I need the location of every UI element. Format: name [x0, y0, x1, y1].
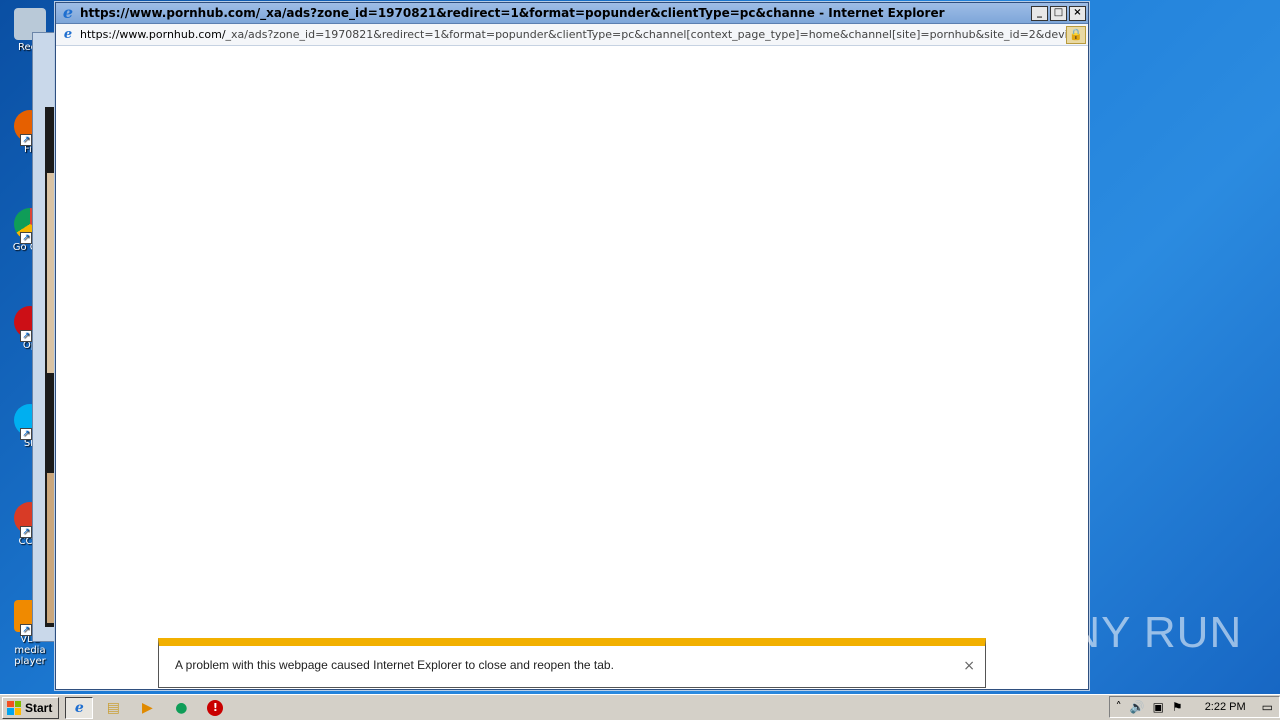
- internet-explorer-window[interactable]: e https://www.pornhub.com/_xa/ads?zone_i…: [55, 2, 1089, 690]
- file-explorer-icon: ▤: [106, 699, 120, 716]
- address-url[interactable]: https://www.pornhub.com/_xa/ads?zone_id=…: [80, 28, 1066, 41]
- media-player-icon: ▶: [141, 699, 153, 716]
- page-content[interactable]: [56, 48, 1088, 689]
- show-hidden-icons-icon[interactable]: ˄: [1116, 700, 1122, 714]
- network-icon[interactable]: ▣: [1153, 700, 1164, 714]
- notification-message: A problem with this webpage caused Inter…: [175, 658, 614, 672]
- internet-explorer-icon: e: [74, 699, 84, 716]
- address-host: https://www.pornhub.com/: [80, 28, 226, 41]
- internet-explorer-icon: e: [62, 3, 74, 22]
- address-path: _xa/ads?zone_id=1970821&redirect=1&forma…: [225, 28, 1066, 41]
- window-titlebar[interactable]: e https://www.pornhub.com/_xa/ads?zone_i…: [56, 3, 1088, 24]
- background-window-image: [47, 173, 55, 373]
- lock-icon[interactable]: 🔒: [1066, 25, 1086, 44]
- system-tray: ˄ 🔊 ▣ ⚑ 2:22 PM ▭: [1108, 696, 1280, 718]
- address-bar[interactable]: e https://www.pornhub.com/_xa/ads?zone_i…: [56, 24, 1088, 46]
- taskbar: Start e ▤ ▶ ● ! ˄ 🔊 ▣ ⚑ 2:22 PM ▭: [0, 694, 1280, 720]
- start-label: Start: [25, 700, 53, 715]
- volume-icon[interactable]: 🔊: [1130, 700, 1145, 714]
- stop-icon: !: [207, 699, 224, 716]
- close-button[interactable]: ×: [1069, 5, 1086, 21]
- start-button[interactable]: Start: [2, 696, 60, 719]
- chrome-icon: ●: [175, 699, 188, 716]
- maximize-button[interactable]: □: [1050, 5, 1067, 21]
- window-title: https://www.pornhub.com/_xa/ads?zone_id=…: [80, 6, 945, 20]
- minimize-button[interactable]: _: [1031, 5, 1048, 21]
- show-desktop-icon[interactable]: ▭: [1262, 700, 1273, 714]
- tab-recovery-notification: A problem with this webpage caused Inter…: [158, 638, 986, 688]
- clock[interactable]: 2:22 PM: [1205, 701, 1246, 713]
- action-center-flag-icon[interactable]: ⚑: [1172, 700, 1183, 714]
- anyrun-watermark: ANY RUN: [1038, 608, 1243, 657]
- taskbar-stop[interactable]: !: [201, 697, 229, 719]
- taskbar-internet-explorer[interactable]: e: [65, 696, 94, 719]
- taskbar-file-explorer[interactable]: ▤: [99, 697, 127, 719]
- taskbar-chrome[interactable]: ●: [167, 697, 195, 719]
- page-favicon-icon: e: [63, 26, 73, 42]
- taskbar-media-player[interactable]: ▶: [133, 697, 161, 719]
- background-window-image: [47, 473, 55, 623]
- notification-close-button[interactable]: ×: [963, 658, 975, 674]
- windows-logo-icon: [7, 700, 21, 715]
